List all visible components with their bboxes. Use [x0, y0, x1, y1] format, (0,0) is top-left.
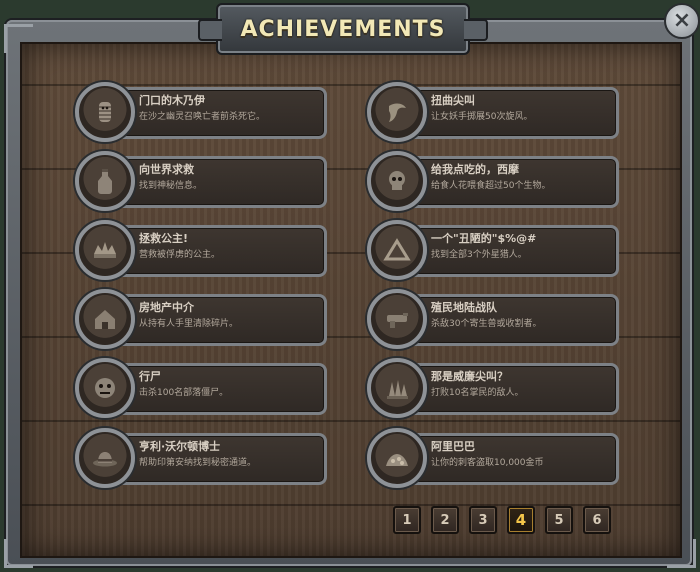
hat-icon [75, 428, 135, 488]
achievement-desc: 帮助印第安纳找到秘密通道。 [139, 458, 257, 468]
achievement-title: 扭曲尖叫 [431, 94, 475, 107]
achievement-card[interactable]: 行尸 击杀100名部落僵尸。 [75, 358, 327, 418]
achievement-title: 门口的木乃伊 [139, 94, 205, 107]
achievement-card[interactable]: 阿里巴巴 让你的刺客盗取10,000金币 [367, 428, 619, 488]
bottle-icon [75, 151, 135, 211]
achievement-title: 阿里巴巴 [431, 440, 475, 453]
achievement-card[interactable]: 向世界求救 找到神秘信息。 [75, 151, 327, 211]
achievement-card[interactable]: 给我点吃的，西摩 给食人花喂食超过50个生物。 [367, 151, 619, 211]
achievement-title: 向世界求救 [139, 163, 194, 176]
achievement-card[interactable]: 拯救公主! 营救被俘虏的公主。 [75, 220, 327, 280]
achievement-desc: 给食人花喂食超过50个生物。 [431, 181, 551, 191]
achievement-desc: 在沙之幽灵召唤亡者前杀死它。 [139, 112, 266, 122]
achievement-card[interactable]: 门口的木乃伊 在沙之幽灵召唤亡者前杀死它。 [75, 82, 327, 142]
mummy-icon [75, 82, 135, 142]
achievement-title: 殖民地陆战队 [431, 301, 497, 314]
achievement-desc: 击杀100名部落僵尸。 [139, 388, 229, 398]
page-button-6[interactable]: 6 [583, 506, 611, 534]
page-title: ACHIEVEMENTS [240, 16, 446, 42]
achievement-desc: 让女妖手掷展50次旋风。 [431, 112, 533, 122]
achievement-title: 拯救公主! [139, 232, 189, 245]
achievement-card[interactable]: 一个"丑陋的"$%@# 找到全部3个外星猎人。 [367, 220, 619, 280]
title-plate: ACHIEVEMENTS [198, 3, 488, 55]
achievement-desc: 杀敌30个寄生兽或收割者。 [431, 319, 542, 329]
pagination: 1 2 3 4 5 6 [393, 506, 611, 534]
achievement-title: 那是威廉尖叫？ [431, 370, 508, 383]
achievement-title: 一个"丑陋的"$%@# [431, 232, 537, 245]
close-button[interactable]: × [664, 3, 700, 39]
page-button-4[interactable]: 4 [507, 506, 535, 534]
achievement-title: 房地产中介 [139, 301, 194, 314]
gun-icon [367, 289, 427, 349]
achievement-desc: 找到全部3个外星猎人。 [431, 250, 527, 260]
achievement-card[interactable]: 亨利·沃尔顿博士 帮助印第安纳找到秘密通道。 [75, 428, 327, 488]
achievement-card[interactable]: 房地产中介 从持有人手里清除碎片。 [75, 289, 327, 349]
achievement-desc: 找到神秘信息。 [139, 181, 203, 191]
triangle-icon [367, 220, 427, 280]
close-icon: × [672, 8, 692, 33]
skull-icon [367, 151, 427, 211]
achievement-title: 行尸 [139, 370, 161, 383]
achievement-card[interactable]: 那是威廉尖叫？ 打败10名掌民的敌人。 [367, 358, 619, 418]
achievement-desc: 从持有人手里清除碎片。 [139, 319, 239, 329]
achievement-desc: 营救被俘虏的公主。 [139, 250, 221, 260]
page-button-2[interactable]: 2 [431, 506, 459, 534]
achievement-title: 亨利·沃尔顿博士 [139, 440, 221, 453]
achievement-title: 给我点吃的，西摩 [431, 163, 519, 176]
crown-icon [75, 220, 135, 280]
gold-icon [367, 428, 427, 488]
page-button-3[interactable]: 3 [469, 506, 497, 534]
banshee-icon [367, 82, 427, 142]
page-button-1[interactable]: 1 [393, 506, 421, 534]
house-icon [75, 289, 135, 349]
page-button-5[interactable]: 5 [545, 506, 573, 534]
achievement-desc: 让你的刺客盗取10,000金币 [431, 458, 544, 468]
achievement-card[interactable]: 殖民地陆战队 杀敌30个寄生兽或收割者。 [367, 289, 619, 349]
achievement-desc: 打败10名掌民的敌人。 [431, 388, 524, 398]
spikes-icon [367, 358, 427, 418]
achievement-card[interactable]: 扭曲尖叫 让女妖手掷展50次旋风。 [367, 82, 619, 142]
zombie-icon [75, 358, 135, 418]
